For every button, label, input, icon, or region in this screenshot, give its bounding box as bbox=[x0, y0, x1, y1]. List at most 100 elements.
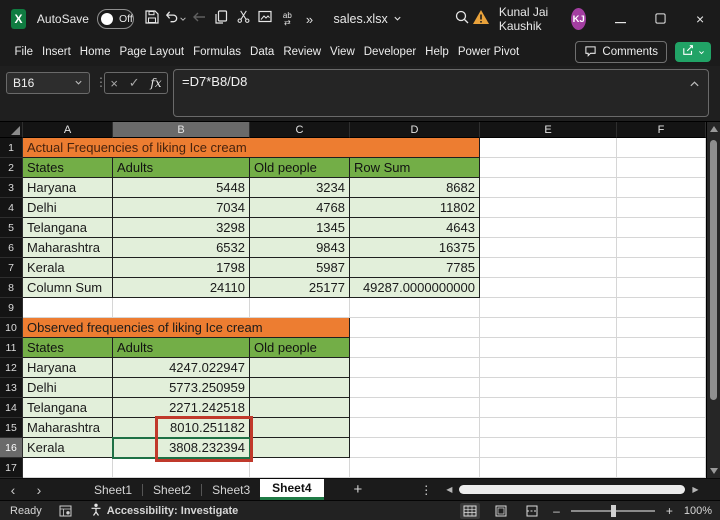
cell-C2[interactable]: Old people bbox=[250, 158, 350, 178]
tab-developer[interactable]: Developer bbox=[359, 38, 420, 66]
cell-D10[interactable] bbox=[350, 318, 480, 338]
cell-E14[interactable] bbox=[480, 398, 617, 418]
tab-home[interactable]: Home bbox=[75, 38, 115, 66]
cell-F12[interactable] bbox=[617, 358, 706, 378]
row-header-15[interactable]: 15 bbox=[0, 418, 23, 438]
cell-E11[interactable] bbox=[480, 338, 617, 358]
row-header-7[interactable]: 7 bbox=[0, 258, 23, 278]
cell-D17[interactable] bbox=[350, 458, 480, 478]
cell-B14[interactable]: 2271.242518 bbox=[113, 398, 250, 418]
tab-file[interactable]: File bbox=[10, 38, 38, 66]
cell-A1[interactable]: Actual Frequencies of liking Ice cream bbox=[23, 138, 480, 158]
user-avatar[interactable]: KJ bbox=[571, 8, 586, 30]
cell-F5[interactable] bbox=[617, 218, 706, 238]
minimize-button[interactable] bbox=[600, 0, 640, 38]
share-button[interactable] bbox=[675, 42, 711, 62]
cell-E5[interactable] bbox=[480, 218, 617, 238]
cell-D11[interactable] bbox=[350, 338, 480, 358]
cancel-button[interactable]: × bbox=[110, 76, 118, 91]
page-break-view-button[interactable] bbox=[522, 503, 542, 519]
column-header-A[interactable]: A bbox=[23, 122, 113, 138]
autosave-toggle[interactable]: Off bbox=[97, 9, 134, 29]
cell-C15[interactable] bbox=[250, 418, 350, 438]
cell-D6[interactable]: 16375 bbox=[350, 238, 480, 258]
cell-C9[interactable] bbox=[250, 298, 350, 318]
cell-F17[interactable] bbox=[617, 458, 706, 478]
cell-E12[interactable] bbox=[480, 358, 617, 378]
cell-B7[interactable]: 1798 bbox=[113, 258, 250, 278]
cell-C12[interactable] bbox=[250, 358, 350, 378]
save-button[interactable] bbox=[142, 5, 162, 33]
row-header-2[interactable]: 2 bbox=[0, 158, 23, 178]
cell-F14[interactable] bbox=[617, 398, 706, 418]
cell-C8[interactable]: 25177 bbox=[250, 278, 350, 298]
user-name[interactable]: Kunal Jai Kaushik bbox=[499, 5, 563, 33]
tab-insert[interactable]: Insert bbox=[38, 38, 76, 66]
cell-F13[interactable] bbox=[617, 378, 706, 398]
cell-B13[interactable]: 5773.250959 bbox=[113, 378, 250, 398]
cell-F15[interactable] bbox=[617, 418, 706, 438]
cell-F3[interactable] bbox=[617, 178, 706, 198]
cell-E17[interactable] bbox=[480, 458, 617, 478]
zoom-out-button[interactable]: – bbox=[553, 504, 560, 518]
sheet-tab-sheet1[interactable]: Sheet1 bbox=[84, 479, 142, 500]
cell-C13[interactable] bbox=[250, 378, 350, 398]
cell-F8[interactable] bbox=[617, 278, 706, 298]
cell-F1[interactable] bbox=[617, 138, 706, 158]
cell-B3[interactable]: 5448 bbox=[113, 178, 250, 198]
sheet-tab-sheet4-active[interactable]: Sheet4 bbox=[260, 479, 323, 500]
tab-data[interactable]: Data bbox=[246, 38, 279, 66]
cell-C11[interactable]: Old people bbox=[250, 338, 350, 358]
cell-D16[interactable] bbox=[350, 438, 480, 458]
column-header-F[interactable]: F bbox=[617, 122, 706, 138]
cell-F7[interactable] bbox=[617, 258, 706, 278]
cell-A12[interactable]: Haryana bbox=[23, 358, 113, 378]
vertical-scroll-thumb[interactable] bbox=[710, 140, 717, 400]
row-header-3[interactable]: 3 bbox=[0, 178, 23, 198]
cell-E15[interactable] bbox=[480, 418, 617, 438]
row-header-5[interactable]: 5 bbox=[0, 218, 23, 238]
row-header-9[interactable]: 9 bbox=[0, 298, 23, 318]
row-header-17[interactable]: 17 bbox=[0, 458, 23, 478]
cut-button[interactable] bbox=[233, 5, 253, 33]
cell-A7[interactable]: Kerala bbox=[23, 258, 113, 278]
sheet-nav-next-icon[interactable]: › bbox=[26, 482, 52, 498]
row-header-6[interactable]: 6 bbox=[0, 238, 23, 258]
cell-A14[interactable]: Telangana bbox=[23, 398, 113, 418]
column-header-B[interactable]: B bbox=[113, 122, 250, 138]
hscroll-right-icon[interactable]: ▶ bbox=[688, 485, 702, 494]
cell-F11[interactable] bbox=[617, 338, 706, 358]
column-header-E[interactable]: E bbox=[480, 122, 617, 138]
enter-button[interactable]: ✓ bbox=[129, 75, 140, 91]
more-commands-button[interactable]: » bbox=[299, 5, 319, 33]
row-header-13[interactable]: 13 bbox=[0, 378, 23, 398]
tab-formulas[interactable]: Formulas bbox=[189, 38, 246, 66]
horizontal-scrollbar[interactable]: ◀ ▶ bbox=[442, 485, 702, 494]
cell-A17[interactable] bbox=[23, 458, 113, 478]
tab-view[interactable]: View bbox=[326, 38, 360, 66]
cell-A2[interactable]: States bbox=[23, 158, 113, 178]
undo-button[interactable] bbox=[164, 5, 187, 33]
row-header-14[interactable]: 14 bbox=[0, 398, 23, 418]
cell-B2[interactable]: Adults bbox=[113, 158, 250, 178]
new-sheet-button[interactable]: + bbox=[354, 481, 363, 498]
sheet-tab-sheet2[interactable]: Sheet2 bbox=[143, 479, 201, 500]
column-header-D[interactable]: D bbox=[350, 122, 480, 138]
cell-B15[interactable]: 8010.251182 bbox=[113, 418, 250, 438]
cell-B16-active[interactable]: 3808.232394 bbox=[113, 438, 250, 458]
cell-F10[interactable] bbox=[617, 318, 706, 338]
insert-function-button[interactable]: fx bbox=[150, 76, 161, 90]
cell-E4[interactable] bbox=[480, 198, 617, 218]
zoom-slider[interactable] bbox=[571, 510, 655, 512]
cell-F16[interactable] bbox=[617, 438, 706, 458]
cell-C17[interactable] bbox=[250, 458, 350, 478]
cell-D15[interactable] bbox=[350, 418, 480, 438]
cell-A8[interactable]: Column Sum bbox=[23, 278, 113, 298]
select-all-corner[interactable] bbox=[0, 122, 23, 138]
find-replace-button[interactable]: ab ⇄ bbox=[277, 5, 297, 33]
maximize-button[interactable] bbox=[640, 0, 680, 38]
warning-icon[interactable] bbox=[472, 9, 490, 30]
close-button[interactable]: × bbox=[680, 0, 720, 38]
cell-A11[interactable]: States bbox=[23, 338, 113, 358]
cell-E16[interactable] bbox=[480, 438, 617, 458]
